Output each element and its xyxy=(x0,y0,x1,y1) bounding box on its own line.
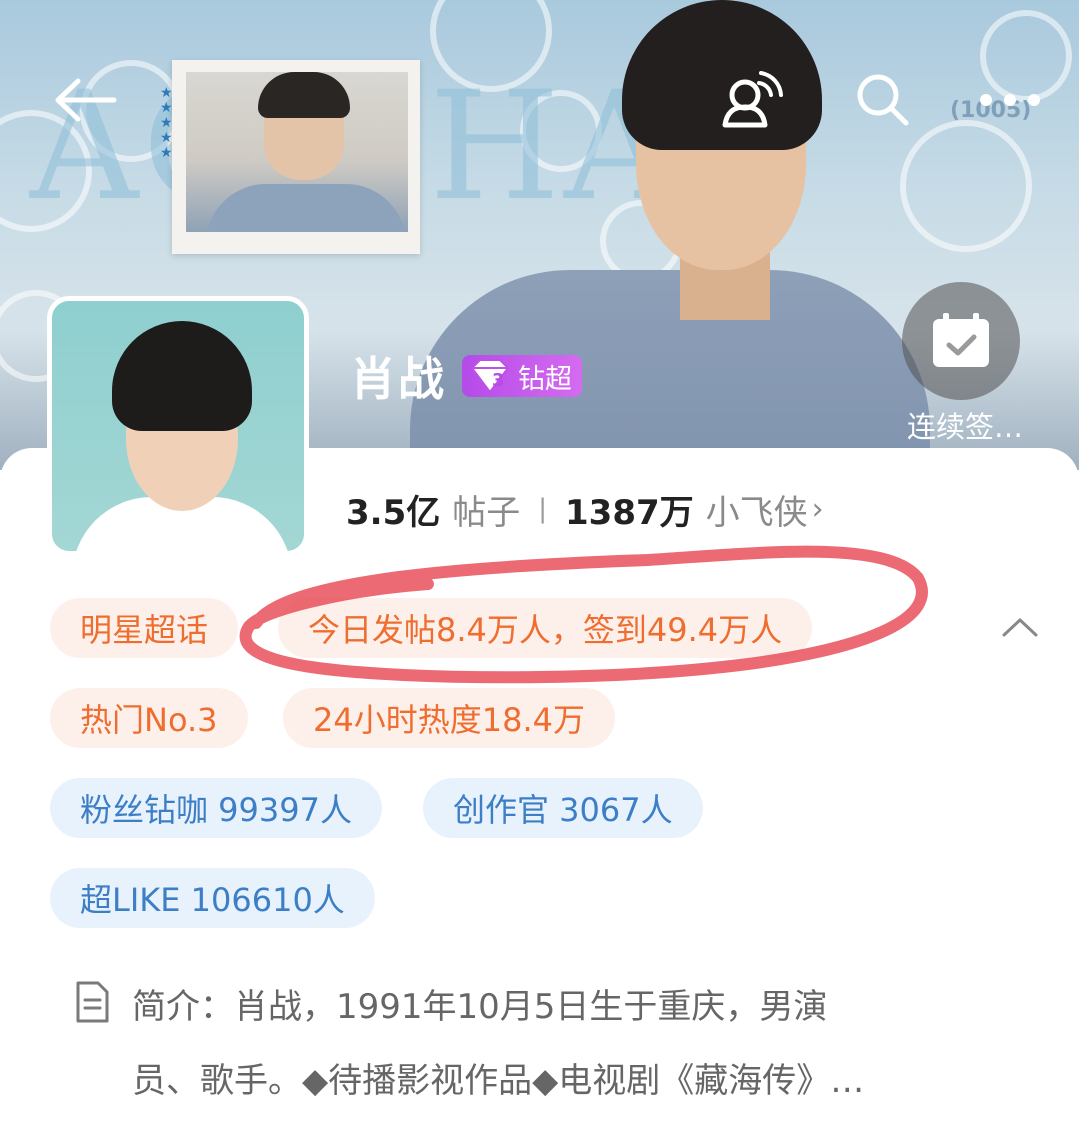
badge-label: 钻超 xyxy=(518,363,572,395)
diamond-icon: 3 xyxy=(470,359,510,394)
chevron-right-icon: › xyxy=(811,491,824,527)
checkin-label: 连续签… xyxy=(906,410,1023,444)
more-button[interactable] xyxy=(960,55,1060,145)
posts-label: 帖子 xyxy=(452,492,521,533)
checkin-circle xyxy=(902,282,1020,400)
chevron-up-icon xyxy=(1002,618,1038,637)
fans-label: 小飞侠 xyxy=(705,492,808,533)
back-arrow-icon xyxy=(55,78,117,122)
more-icon xyxy=(980,94,1040,106)
chip-fan-diamond[interactable]: 粉丝钻咖 99397人 xyxy=(50,778,382,838)
topic-name: 肖战 xyxy=(350,352,446,406)
checkin-button[interactable]: 连续签… xyxy=(890,280,1040,444)
intro-text[interactable]: 简介：肖战，1991年10月5日生于重庆，男演 员、歌手。◆待播影视作品◆电视剧… xyxy=(132,970,992,1118)
search-button[interactable] xyxy=(838,55,928,145)
chip-creators[interactable]: 创作官 3067人 xyxy=(423,778,703,838)
stars-decoration: ★ ★ ★ ★ ★ xyxy=(160,85,173,161)
stats-divider: | xyxy=(538,494,547,524)
polaroid-shirt xyxy=(206,184,406,232)
fans-button[interactable] xyxy=(705,55,795,145)
intro-line-1: 简介：肖战，1991年10月5日生于重庆，男演 xyxy=(132,987,828,1027)
search-icon xyxy=(857,74,909,126)
fans-count: 1387万 xyxy=(565,492,694,533)
document-icon xyxy=(76,981,109,1023)
intro-line-2: 员、歌手。◆待播影视作品◆电视剧《藏海传》… xyxy=(132,1061,865,1101)
polaroid-hair xyxy=(258,72,350,118)
fans-icon xyxy=(722,71,783,128)
svg-text:3: 3 xyxy=(492,370,505,391)
chip-daily-activity[interactable]: 今日发帖8.4万人，签到49.4万人 xyxy=(278,598,813,658)
topic-title-row: 肖战 3 钻超 xyxy=(350,346,582,406)
avatar-hair xyxy=(112,321,252,431)
stats-row[interactable]: 3.5亿 帖子 | 1387万 小飞侠 › xyxy=(346,484,824,534)
collapse-button[interactable] xyxy=(990,602,1050,652)
chip-super-like[interactable]: 超LIKE 106610人 xyxy=(50,868,375,928)
calendar-check-icon xyxy=(933,313,989,367)
topic-avatar[interactable] xyxy=(47,296,309,556)
chip-star-topic[interactable]: 明星超话 xyxy=(50,598,239,658)
posts-count: 3.5亿 xyxy=(346,492,441,533)
banner-polaroid xyxy=(172,60,420,254)
chip-hot-rank[interactable]: 热门No.3 xyxy=(50,688,248,748)
polaroid-photo xyxy=(186,72,408,232)
back-button[interactable] xyxy=(40,60,130,140)
level-badge[interactable]: 3 钻超 xyxy=(462,355,582,397)
chip-24h-heat[interactable]: 24小时热度18.4万 xyxy=(283,688,615,748)
